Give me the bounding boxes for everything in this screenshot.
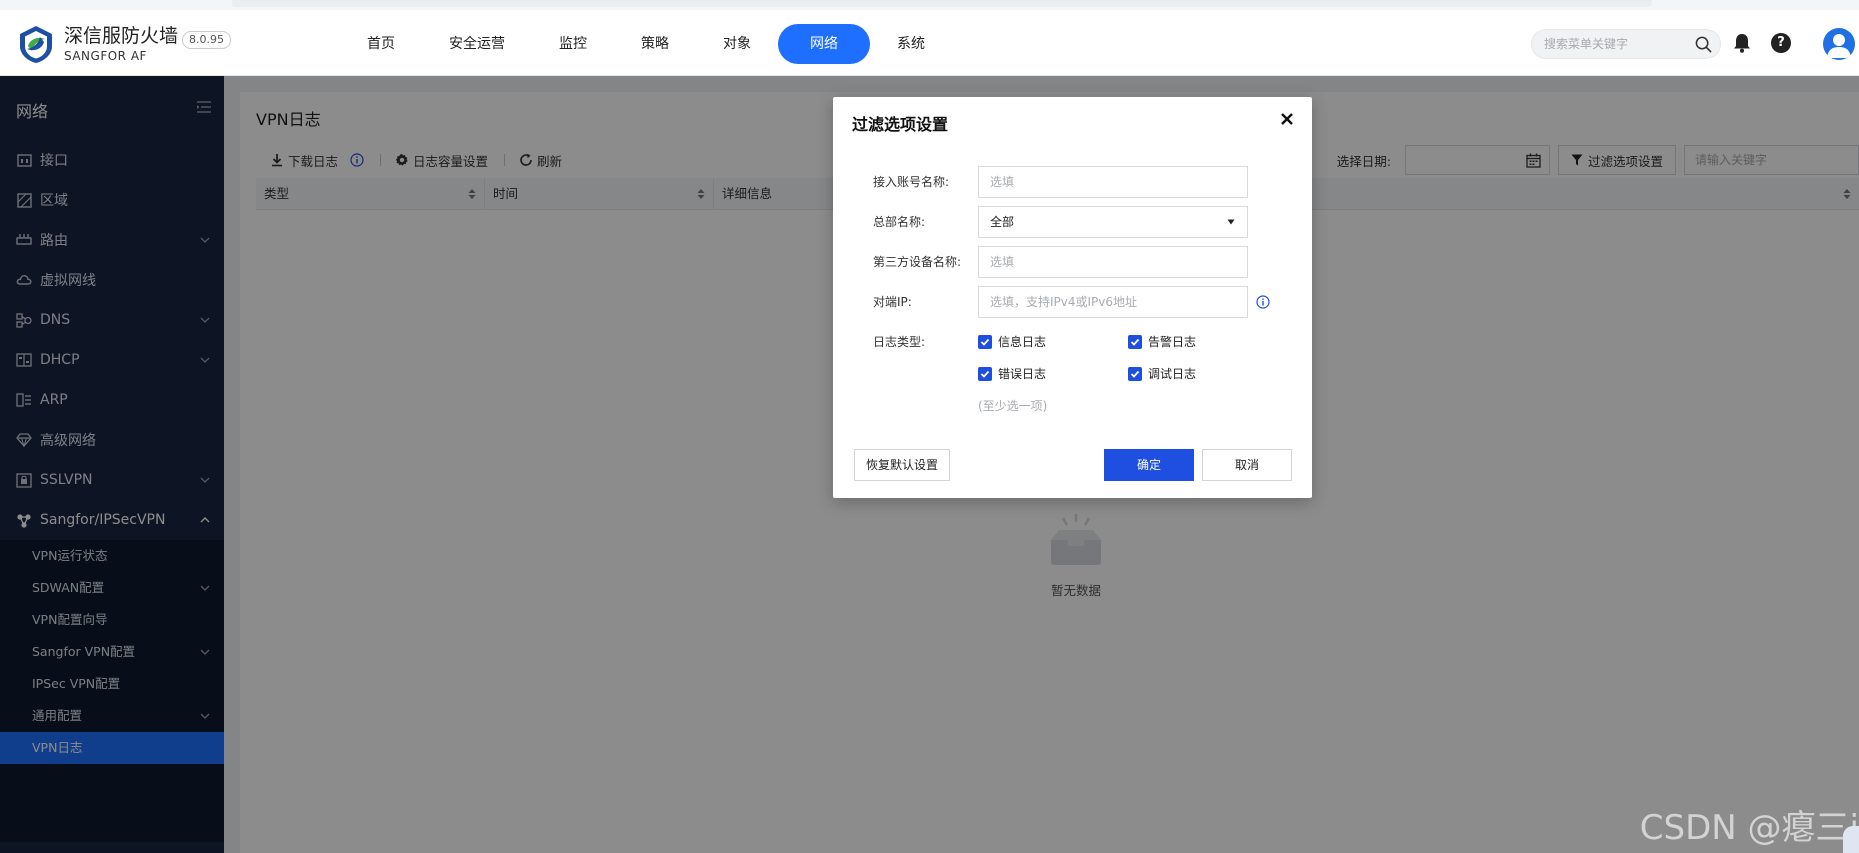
hq-select[interactable]: 全部 bbox=[978, 206, 1248, 238]
filter-options-dialog: 过滤选项设置 接入账号名称: 总部名称: 全部 第三方设备名称: 对端IP: 日… bbox=[833, 97, 1312, 498]
browser-bar bbox=[232, 0, 1652, 7]
brand-name: 深信服防火墙 bbox=[64, 25, 179, 47]
account-label: 接入账号名称: bbox=[873, 175, 950, 189]
nav-network[interactable]: 网络 bbox=[778, 24, 870, 64]
reset-defaults-button[interactable]: 恢复默认设置 bbox=[854, 449, 950, 481]
brand-sub: SANGFOR AF bbox=[64, 49, 147, 63]
field-row-third-party: 第三方设备名称: bbox=[833, 246, 1312, 278]
avatar[interactable] bbox=[1823, 28, 1855, 60]
nav-object[interactable]: 对象 bbox=[696, 24, 778, 64]
field-row-hq: 总部名称: 全部 bbox=[833, 206, 1312, 238]
user-icon bbox=[1827, 34, 1851, 58]
corner-widget[interactable] bbox=[1843, 826, 1859, 853]
ok-button[interactable]: 确定 bbox=[1104, 449, 1194, 481]
account-name-input[interactable] bbox=[978, 166, 1248, 198]
menu-search bbox=[1531, 29, 1721, 59]
hq-select-value: 全部 bbox=[990, 215, 1015, 229]
checkbox-info-log[interactable]: 信息日志 bbox=[978, 333, 1046, 350]
header: 深信服防火墙 SANGFOR AF 8.0.95 首页 安全运营 监控 策略 对… bbox=[0, 10, 1859, 76]
third-party-label: 第三方设备名称: bbox=[873, 255, 962, 269]
peer-ip-input[interactable] bbox=[978, 286, 1248, 318]
menu-search-input[interactable] bbox=[1532, 30, 1682, 58]
caret-down-icon bbox=[1227, 219, 1235, 225]
log-type-hint: (至少选一项) bbox=[978, 399, 1048, 413]
field-row-account: 接入账号名称: bbox=[833, 166, 1312, 198]
watermark: CSDN @瘪三i bbox=[1639, 808, 1859, 848]
field-row-log-type: 日志类型: bbox=[833, 326, 1312, 358]
top-nav: 首页 安全运营 监控 策略 对象 网络 系统 bbox=[340, 24, 952, 64]
checkbox-label: 调试日志 bbox=[1148, 367, 1197, 381]
third-party-device-input[interactable] bbox=[978, 246, 1248, 278]
nav-security-ops[interactable]: 安全运营 bbox=[422, 24, 532, 64]
sangfor-logo-icon bbox=[20, 26, 52, 63]
close-icon[interactable] bbox=[1280, 112, 1294, 126]
peer-ip-label: 对端IP: bbox=[873, 295, 912, 309]
log-type-label: 日志类型: bbox=[873, 335, 926, 349]
checkbox-checked-icon bbox=[1128, 334, 1142, 349]
bell-icon[interactable] bbox=[1733, 33, 1751, 53]
dialog-title: 过滤选项设置 bbox=[852, 115, 949, 134]
help-icon[interactable]: ? bbox=[1771, 33, 1791, 53]
top-strip bbox=[0, 0, 1859, 10]
nav-monitor[interactable]: 监控 bbox=[532, 24, 614, 64]
brand: 深信服防火墙 SANGFOR AF bbox=[64, 24, 178, 64]
hq-label: 总部名称: bbox=[873, 215, 926, 229]
info-icon[interactable] bbox=[1256, 295, 1270, 309]
checkbox-checked-icon bbox=[978, 366, 992, 381]
search-icon[interactable] bbox=[1695, 36, 1712, 53]
checkbox-checked-icon bbox=[978, 334, 992, 349]
nav-home[interactable]: 首页 bbox=[340, 24, 422, 64]
version-badge: 8.0.95 bbox=[182, 31, 231, 49]
checkbox-alert-log[interactable]: 告警日志 bbox=[1128, 333, 1196, 350]
cancel-button[interactable]: 取消 bbox=[1202, 449, 1292, 481]
checkbox-label: 告警日志 bbox=[1148, 335, 1197, 349]
nav-system[interactable]: 系统 bbox=[870, 24, 952, 64]
checkbox-label: 错误日志 bbox=[998, 367, 1047, 381]
nav-policy[interactable]: 策略 bbox=[614, 24, 696, 64]
checkbox-debug-log[interactable]: 调试日志 bbox=[1128, 365, 1196, 382]
field-row-peer-ip: 对端IP: bbox=[833, 286, 1312, 318]
checkbox-checked-icon bbox=[1128, 366, 1142, 381]
checkbox-error-log[interactable]: 错误日志 bbox=[978, 365, 1046, 382]
checkbox-label: 信息日志 bbox=[998, 335, 1047, 349]
